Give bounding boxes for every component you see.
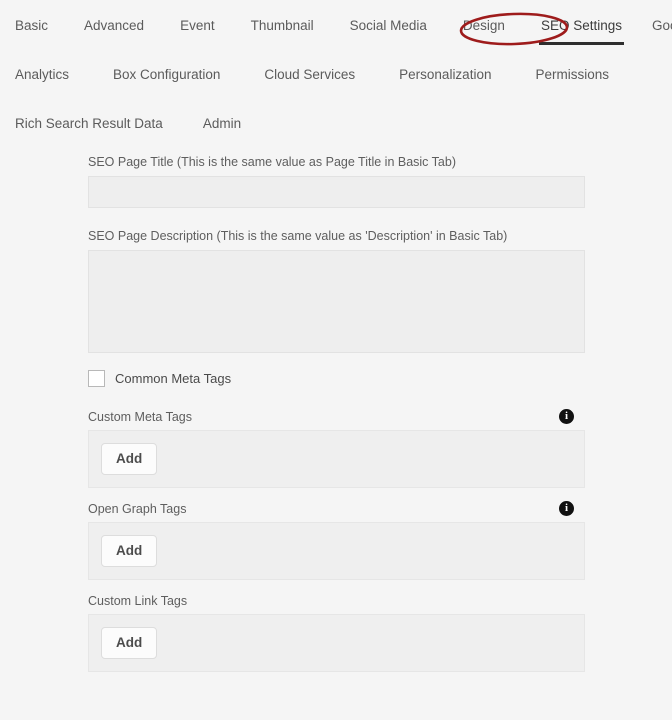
tab-seo-settings[interactable]: SEO Settings (538, 10, 625, 45)
tab-personalization[interactable]: Personalization (396, 59, 494, 91)
tab-label: Advanced (84, 18, 145, 33)
custom-meta-tags-header: Custom Meta Tags i (88, 408, 585, 425)
custom-meta-tags-label: Custom Meta Tags (88, 409, 192, 424)
tab-basic[interactable]: Basic (12, 10, 51, 42)
tab-row-2: Analytics Box Configuration Cloud Servic… (0, 59, 672, 91)
tab-google-settings[interactable]: Google Settings (649, 10, 672, 42)
info-icon[interactable]: i (559, 409, 574, 424)
open-graph-tags-header: Open Graph Tags i (88, 500, 585, 517)
tab-label: Personalization (399, 67, 492, 82)
tab-label: Social Media (349, 18, 427, 33)
custom-meta-tags-panel: Add (88, 430, 585, 488)
open-graph-tags-panel: Add (88, 522, 585, 580)
seo-page-title-field: SEO Page Title (This is the same value a… (88, 154, 585, 208)
tab-label: SEO Settings (540, 18, 622, 33)
tab-label: Admin (202, 116, 242, 131)
custom-link-tags-header: Custom Link Tags (88, 592, 585, 609)
seo-page-description-textarea[interactable] (88, 250, 585, 353)
tab-cloud-services[interactable]: Cloud Services (261, 59, 358, 91)
tab-social-media[interactable]: Social Media (347, 10, 430, 42)
common-meta-tags-checkbox[interactable] (88, 370, 105, 387)
tab-label: Thumbnail (250, 18, 314, 33)
tab-box-configuration[interactable]: Box Configuration (110, 59, 223, 91)
seo-page-title-label: SEO Page Title (This is the same value a… (88, 155, 456, 169)
tab-label: Google Settings (652, 18, 672, 33)
tab-label: Permissions (535, 67, 609, 82)
seo-page-title-input[interactable] (88, 176, 585, 208)
tab-label: Rich Search Result Data (15, 116, 163, 131)
active-tab-underline (538, 42, 624, 45)
tab-permissions[interactable]: Permissions (532, 59, 612, 91)
tab-admin[interactable]: Admin (200, 108, 244, 140)
open-graph-tags-section: Open Graph Tags i Add (88, 500, 585, 580)
seo-page-description-label: SEO Page Description (This is the same v… (88, 229, 508, 243)
tab-design[interactable]: Design (460, 10, 508, 42)
add-custom-meta-tag-button[interactable]: Add (101, 443, 158, 475)
seo-settings-form: SEO Page Title (This is the same value a… (88, 154, 585, 684)
add-custom-link-tag-button[interactable]: Add (101, 627, 158, 659)
tab-label: Design (462, 18, 505, 33)
custom-link-tags-panel: Add (88, 614, 585, 672)
tab-navigation: Basic Advanced Event Thumbnail Social Me… (0, 10, 672, 140)
tab-label: Basic (15, 18, 49, 33)
custom-link-tags-label: Custom Link Tags (88, 593, 188, 608)
add-open-graph-tag-button[interactable]: Add (101, 535, 158, 567)
tab-row-3: Rich Search Result Data Admin (0, 108, 672, 140)
tab-row-1: Basic Advanced Event Thumbnail Social Me… (0, 10, 672, 45)
tab-analytics[interactable]: Analytics (12, 59, 72, 91)
tab-label: Cloud Services (264, 67, 356, 82)
tab-thumbnail[interactable]: Thumbnail (248, 10, 317, 42)
common-meta-tags-row[interactable]: Common Meta Tags (88, 370, 585, 387)
info-icon[interactable]: i (559, 501, 574, 516)
seo-page-description-field: SEO Page Description (This is the same v… (88, 228, 585, 353)
common-meta-tags-label: Common Meta Tags (115, 371, 232, 386)
tab-advanced[interactable]: Advanced (81, 10, 147, 42)
tab-rich-search-result-data[interactable]: Rich Search Result Data (12, 108, 166, 140)
tab-label: Analytics (15, 67, 70, 82)
tab-label: Box Configuration (113, 67, 221, 82)
custom-meta-tags-section: Custom Meta Tags i Add (88, 408, 585, 488)
tab-event[interactable]: Event (177, 10, 218, 42)
custom-link-tags-section: Custom Link Tags Add (88, 592, 585, 672)
tab-label: Event (180, 18, 215, 33)
open-graph-tags-label: Open Graph Tags (88, 501, 187, 516)
